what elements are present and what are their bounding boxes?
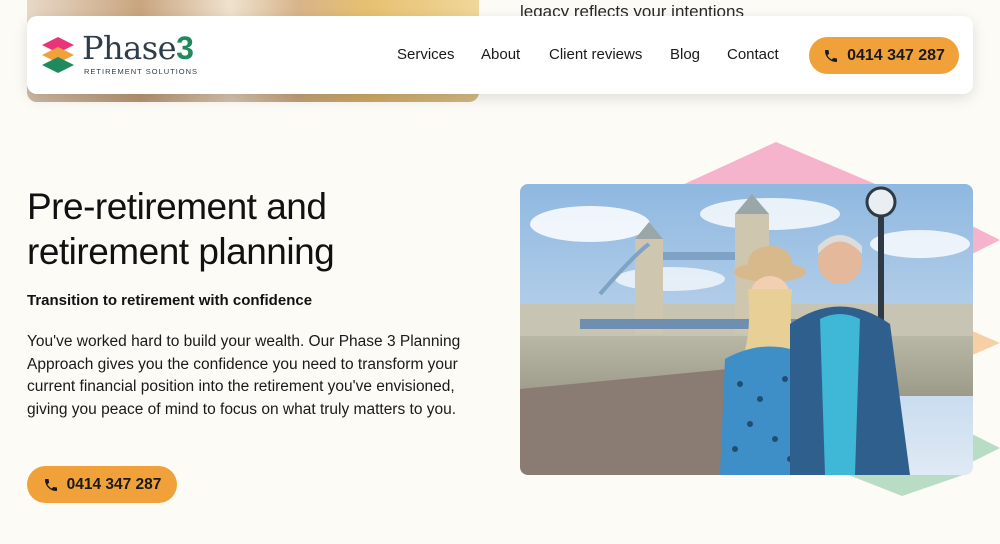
- nav-client-reviews[interactable]: Client reviews: [549, 46, 642, 63]
- nav-services[interactable]: Services: [397, 46, 455, 63]
- decor-green-triangle-right: [970, 433, 1000, 463]
- decor-pink-triangle: [680, 142, 880, 186]
- section-body: You've worked hard to build your wealth.…: [27, 333, 461, 418]
- logo-wordmark: Phase3: [82, 29, 194, 67]
- section-subtitle: Transition to retirement with confidence: [27, 292, 313, 309]
- main-phone-button[interactable]: 0414 347 287: [27, 466, 177, 503]
- couple-photo-illustration: [520, 184, 973, 475]
- nav-contact[interactable]: Contact: [727, 46, 779, 63]
- decor-pink-triangle-right: [970, 225, 1000, 255]
- nav-about[interactable]: About: [481, 46, 520, 63]
- phone-icon: [44, 478, 57, 491]
- main-phone-label: 0414 347 287: [66, 475, 162, 493]
- decor-green-triangle: [846, 474, 966, 496]
- logo-mark-icon: [42, 37, 74, 73]
- logo-tagline: RETIREMENT SOLUTIONS: [84, 67, 199, 76]
- page-title: Pre-retirement and retirement planning: [27, 186, 335, 272]
- site-header: Phase3 RETIREMENT SOLUTIONS Services Abo…: [27, 16, 973, 94]
- phone-icon: [825, 49, 838, 62]
- header-phone-label: 0414 347 287: [847, 46, 945, 64]
- couple-photo: [520, 184, 973, 475]
- header-phone-button[interactable]: 0414 347 287: [809, 37, 959, 74]
- nav-blog[interactable]: Blog: [670, 46, 700, 63]
- decor-peach-triangle: [970, 330, 1000, 356]
- logo[interactable]: Phase3 RETIREMENT SOLUTIONS: [40, 29, 200, 79]
